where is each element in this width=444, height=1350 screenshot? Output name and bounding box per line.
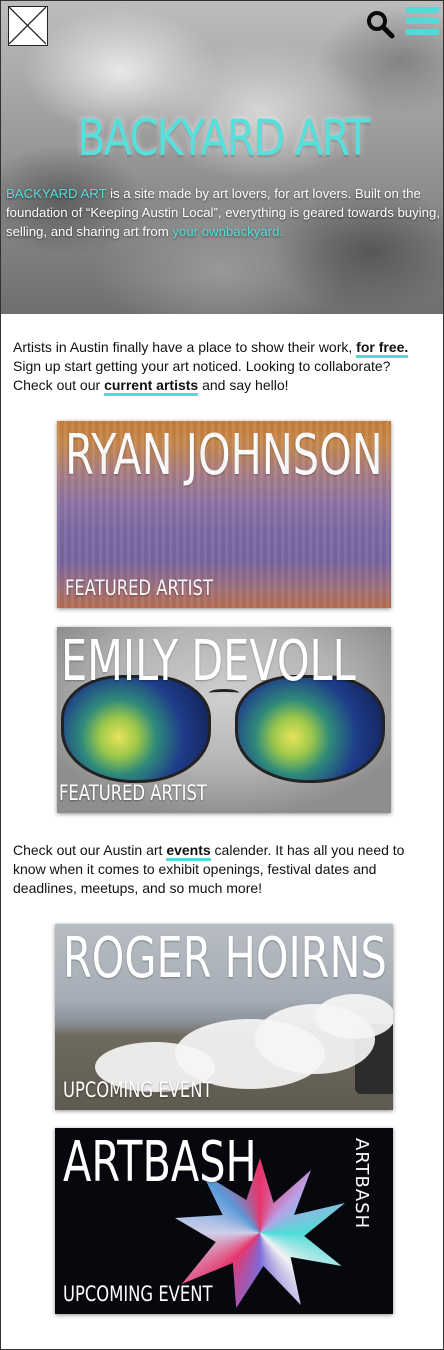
your-backyard-link[interactable]: your ownbackyard. [172, 224, 283, 239]
artist-card-emily-devoll[interactable]: EMILY DEVOLL FEATURED ARTIST [57, 627, 391, 813]
featured-artist-label: FEATURED ARTIST [65, 576, 213, 600]
artist-card-ryan-johnson[interactable]: RYAN JOHNSON FEATURED ARTIST [57, 421, 391, 608]
event-name: ROGER HOIRNS [63, 926, 387, 991]
upcoming-event-label: UPCOMING EVENT [63, 1282, 213, 1306]
event-card-artbash[interactable]: ARTBASH ARTBASH UPCOMING EVENT [55, 1128, 393, 1314]
events-intro-text: Check out our Austin art [13, 842, 167, 858]
page: BACKYARD ART BACKYARD ART is a site made… [0, 0, 444, 1350]
event-card-roger-hoirns[interactable]: ROGER HOIRNS UPCOMING EVENT [55, 924, 393, 1110]
current-artists-link[interactable]: current artists [104, 377, 199, 396]
upcoming-event-label: UPCOMING EVENT [63, 1078, 213, 1102]
artist-name: EMILY DEVOLL [61, 629, 356, 694]
artists-intro-text: Artists in Austin finally have a place t… [13, 339, 357, 355]
artists-intro-text-3: and say hello! [198, 377, 289, 393]
artist-name: RYAN JOHNSON [65, 423, 383, 488]
brand-name: BACKYARD ART [6, 186, 107, 201]
events-intro: Check out our Austin art events calender… [13, 841, 433, 898]
menu-bar [406, 29, 439, 35]
menu-bar [406, 18, 439, 24]
artbash-side-label: ARTBASH [351, 1138, 372, 1230]
hamburger-menu-icon[interactable] [406, 7, 439, 37]
featured-artist-label: FEATURED ARTIST [59, 781, 207, 805]
hero-intro: BACKYARD ART is a site made by art lover… [6, 184, 440, 241]
site-title: BACKYARD ART [77, 109, 370, 167]
hero-banner: BACKYARD ART BACKYARD ART is a site made… [1, 1, 443, 314]
event-name: ARTBASH [63, 1130, 257, 1195]
for-free-link[interactable]: for free. [356, 339, 409, 358]
events-link[interactable]: events [166, 842, 211, 861]
smoke-cloud [315, 994, 393, 1039]
search-icon[interactable] [365, 9, 395, 39]
artists-intro: Artists in Austin finally have a place t… [13, 338, 433, 396]
menu-bar [406, 7, 439, 13]
image-placeholder-icon[interactable] [8, 6, 48, 46]
